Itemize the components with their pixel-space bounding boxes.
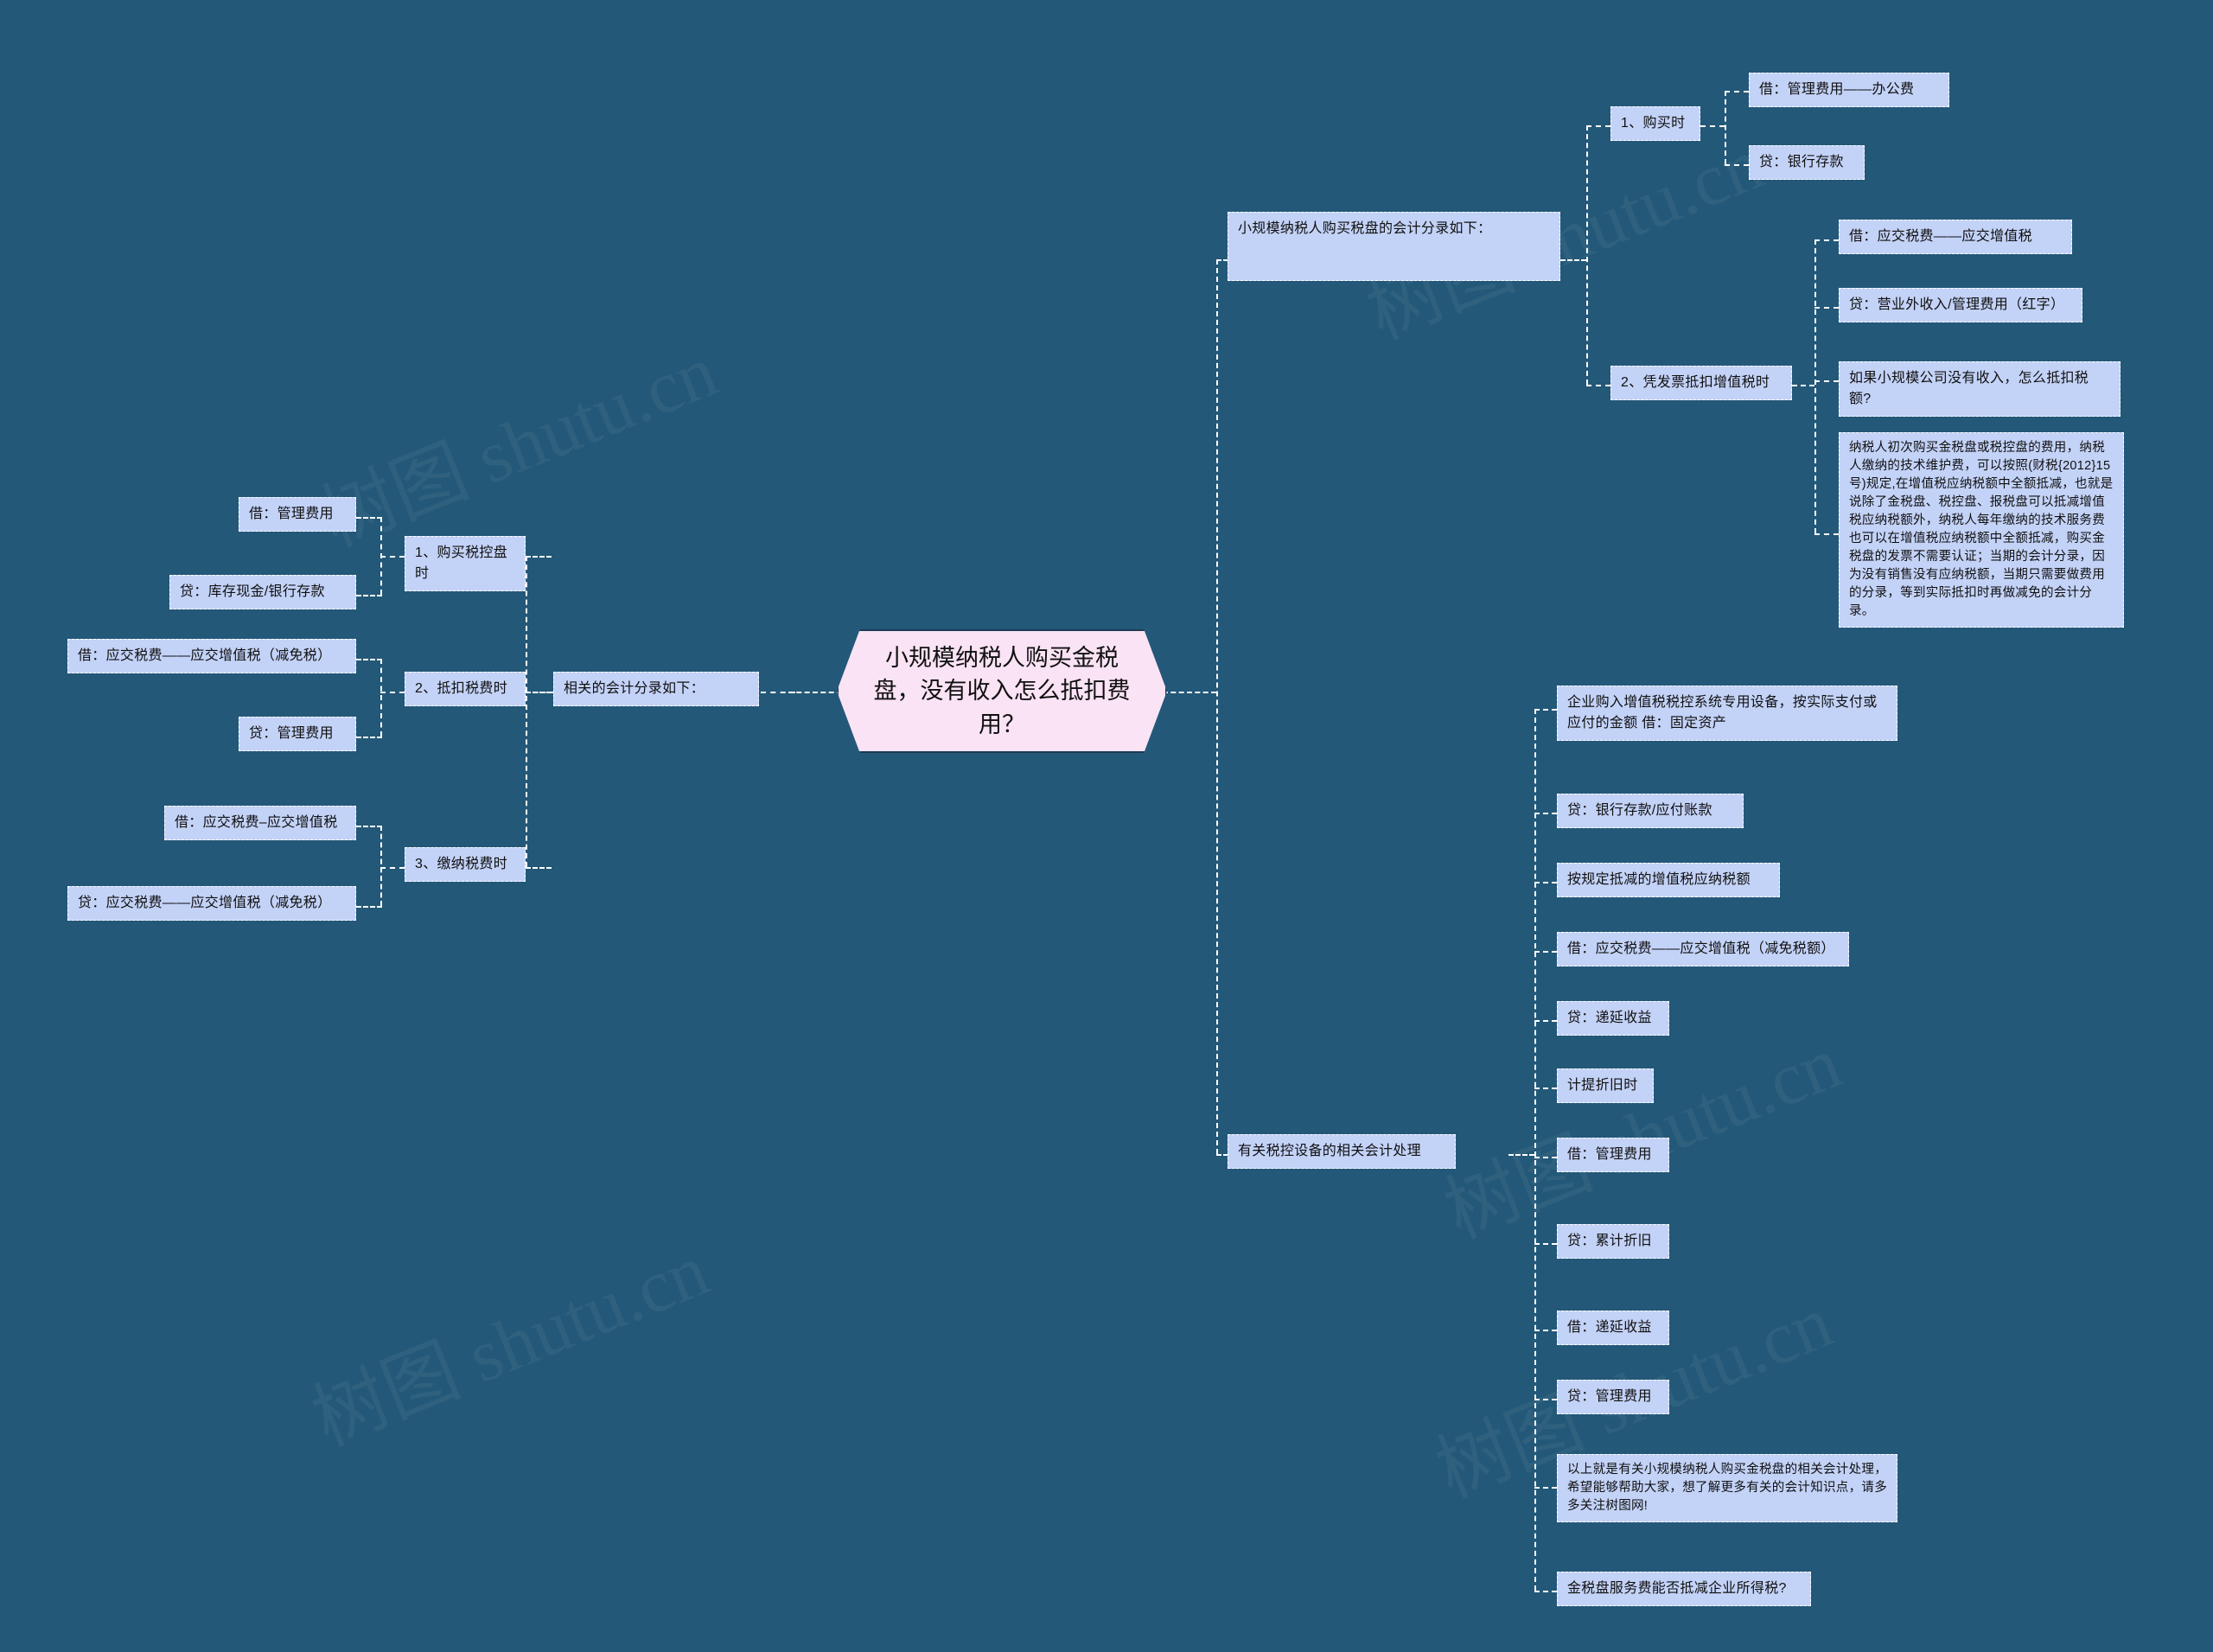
right-top-question[interactable]: 如果小规模公司没有收入，怎么抵扣税额?: [1839, 361, 2121, 417]
connector: [1534, 1399, 1557, 1400]
right-bottom-item[interactable]: 贷：管理费用: [1557, 1380, 1669, 1414]
right-bottom-item[interactable]: 金税盘服务费能否抵减企业所得税?: [1557, 1572, 1811, 1606]
connector: [380, 692, 405, 693]
left-group-label-1[interactable]: 1、购买税控盘时: [405, 536, 526, 591]
right-bottom-item[interactable]: 企业购入增值税税控系统专用设备，按实际支付或应付的金额 借：固定资产: [1557, 686, 1897, 741]
connector: [526, 556, 527, 867]
connector: [761, 692, 795, 693]
connector: [526, 692, 553, 693]
left-branch-title[interactable]: 相关的会计分录如下：: [553, 672, 759, 706]
connector: [356, 906, 382, 908]
connector: [1534, 1591, 1557, 1592]
connector: [1814, 533, 1839, 535]
connector: [1725, 91, 1726, 164]
connector: [1725, 91, 1749, 92]
right-bottom-item[interactable]: 贷：累计折旧: [1557, 1224, 1669, 1259]
connector: [1814, 239, 1839, 241]
connector: [1534, 709, 1557, 711]
connector: [1700, 125, 1725, 127]
connector: [1534, 1157, 1557, 1158]
connector: [380, 867, 405, 869]
connector: [526, 867, 552, 869]
right-top-entry[interactable]: 借：应交税费——应交增值税: [1839, 220, 2072, 254]
left-entry[interactable]: 贷：应交税费——应交增值税（减免税）: [67, 886, 356, 921]
connector: [1534, 1020, 1557, 1022]
connector: [356, 737, 382, 738]
watermark: 树图 shutu.cn: [301, 1228, 719, 1462]
watermark: 树图 shutu.cn: [1433, 1020, 1852, 1254]
connector: [1534, 1487, 1557, 1489]
right-bottom-item[interactable]: 贷：银行存款/应付账款: [1557, 794, 1744, 828]
connector: [1725, 164, 1749, 166]
left-entry[interactable]: 贷：库存现金/银行存款: [169, 575, 356, 609]
right-top-group-label-2[interactable]: 2、凭发票抵扣增值税时: [1610, 366, 1792, 400]
right-bottom-title[interactable]: 有关税控设备的相关会计处理: [1228, 1134, 1456, 1169]
connector: [356, 517, 382, 519]
right-top-group-label-1[interactable]: 1、购买时: [1610, 106, 1700, 141]
right-top-entry[interactable]: 贷：银行存款: [1749, 145, 1865, 180]
connector: [1792, 385, 1814, 386]
left-entry[interactable]: 借：应交税费–应交增值税: [164, 806, 356, 840]
connector: [356, 659, 382, 660]
root-node[interactable]: 小规模纳税人购买金税盘，没有收入怎么抵扣费用？: [837, 629, 1167, 753]
right-top-entry[interactable]: 贷：营业外收入/管理费用（红字）: [1839, 288, 2082, 322]
connector: [1534, 1088, 1557, 1089]
connector: [1586, 125, 1588, 385]
connector: [1163, 692, 1216, 693]
right-top-answer[interactable]: 纳税人初次购买金税盘或税控盘的费用，纳税人缴纳的技术维护费，可以按照(财税{20…: [1839, 432, 2124, 628]
right-top-title[interactable]: 小规模纳税人购买税盘的会计分录如下：: [1228, 212, 1560, 281]
right-bottom-item[interactable]: 按规定抵减的增值税应纳税额: [1557, 863, 1780, 897]
connector: [1586, 385, 1610, 386]
right-bottom-item[interactable]: 借：递延收益: [1557, 1311, 1669, 1345]
connector: [356, 826, 382, 827]
mindmap-canvas: 树图 shutu.cn 树图 shutu.cn 树图 shutu.cn 树图 s…: [0, 0, 2213, 1652]
connector: [1534, 1243, 1557, 1245]
connector: [380, 826, 382, 906]
left-entry[interactable]: 借：应交税费——应交增值税（减免税）: [67, 639, 356, 673]
connector: [356, 595, 382, 596]
left-group-label-3[interactable]: 3、缴纳税费时: [405, 847, 526, 882]
connector: [380, 556, 405, 558]
connector: [526, 692, 552, 693]
connector: [788, 692, 842, 693]
right-bottom-item[interactable]: 以上就是有关小规模纳税人购买金税盘的相关会计处理，希望能够帮助大家，想了解更多有…: [1557, 1454, 1897, 1523]
connector: [1534, 813, 1557, 814]
right-bottom-item[interactable]: 借：管理费用: [1557, 1138, 1669, 1172]
right-bottom-item[interactable]: 借：应交税费——应交增值税（减免税额）: [1557, 932, 1849, 966]
connector: [1814, 239, 1816, 533]
connector: [526, 556, 552, 558]
left-entry[interactable]: 贷：管理费用: [239, 717, 356, 751]
connector: [380, 659, 382, 737]
connector: [1508, 1154, 1534, 1156]
right-top-entry[interactable]: 借：管理费用——办公费: [1749, 73, 1949, 107]
connector: [1560, 259, 1586, 261]
connector: [1534, 709, 1536, 1591]
right-bottom-item[interactable]: 计提折旧时: [1557, 1068, 1654, 1103]
left-group-label-2[interactable]: 2、抵扣税费时: [405, 672, 526, 706]
watermark: 树图 shutu.cn: [309, 328, 728, 563]
connector: [1534, 882, 1557, 883]
connector: [1814, 380, 1839, 382]
right-bottom-item[interactable]: 贷：递延收益: [1557, 1001, 1669, 1036]
connector: [1534, 951, 1557, 953]
connector: [1216, 259, 1218, 1154]
connector: [1586, 125, 1610, 127]
connector: [1814, 307, 1839, 309]
connector: [380, 517, 382, 595]
left-entry[interactable]: 借：管理费用: [239, 497, 356, 532]
connector: [1534, 1330, 1557, 1331]
